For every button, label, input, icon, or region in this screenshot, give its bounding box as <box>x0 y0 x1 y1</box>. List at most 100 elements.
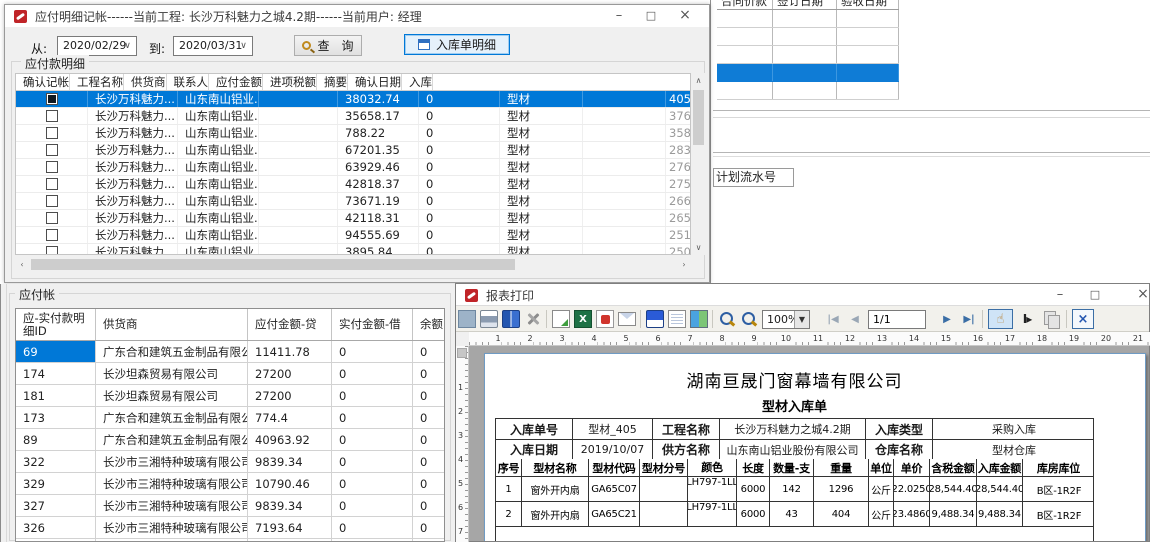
titlebar[interactable]: 应付明细记帐------当前工程: 长沙万科魅力之城4.2期------当前用户… <box>5 5 709 27</box>
column-header[interactable]: 进项税额 <box>263 74 317 90</box>
column-header[interactable]: 实付金额-借 <box>332 309 413 340</box>
page-number-input[interactable] <box>868 310 926 329</box>
next-page-icon[interactable]: ▶ <box>938 310 956 328</box>
table-row[interactable]: 173广东合和建筑五金制品有限公司774.400 <box>16 407 444 429</box>
pdf-export-icon[interactable] <box>596 310 614 328</box>
maximize-button[interactable]: □ <box>637 7 665 25</box>
checkbox-unchecked[interactable] <box>46 144 58 156</box>
save-icon[interactable] <box>646 310 664 328</box>
table-row-selected[interactable] <box>717 64 899 82</box>
column-header[interactable]: 摘要 <box>317 74 348 90</box>
text-select-icon[interactable]: I▸ <box>1018 310 1036 328</box>
maximize-button[interactable]: □ <box>1081 286 1109 304</box>
column-header[interactable]: 供货商 <box>96 309 248 340</box>
tools-icon[interactable] <box>524 310 542 328</box>
checkbox-unchecked[interactable] <box>46 127 58 139</box>
grid-view-icon[interactable] <box>690 310 708 328</box>
table-row[interactable]: 327长沙市三湘特种玻璃有限公司9839.3400 <box>16 495 444 517</box>
table-cell: 181 <box>16 385 96 406</box>
table-row[interactable]: 长沙万科魅力...山东南山铝业...63929.460型材276 <box>16 159 691 176</box>
table-row[interactable]: 329长沙市三湘特种玻璃有限公司10790.4600 <box>16 473 444 495</box>
column-header[interactable]: 供货商 <box>124 74 167 90</box>
table-cell: 长沙市三湘特种玻璃有限公司 <box>96 517 248 538</box>
column-header[interactable]: 入库 <box>402 74 433 90</box>
checkbox-unchecked[interactable] <box>46 178 58 190</box>
column-header[interactable]: 确认日期 <box>348 74 402 90</box>
table-row[interactable]: 长沙万科魅力...山东南山铝业...73671.190型材266 <box>16 193 691 210</box>
scroll-right-arrow[interactable]: › <box>677 257 691 272</box>
zoom-out-icon[interactable] <box>740 310 758 328</box>
document-icon[interactable] <box>668 310 686 328</box>
ruler-number: 3 <box>457 431 464 440</box>
first-page-icon[interactable]: |◀ <box>824 310 842 328</box>
export-icon[interactable] <box>552 310 570 328</box>
table-row[interactable]: 长沙万科魅力...山东南山铝业...94555.690型材251 <box>16 227 691 244</box>
inbound-detail-button[interactable]: 入库单明细 <box>404 34 510 55</box>
last-page-icon[interactable]: ▶| <box>960 310 978 328</box>
table-cell <box>259 193 338 209</box>
table-row[interactable]: 长沙万科魅力...山东南山铝业...38032.740型材405 <box>16 91 691 108</box>
book-icon[interactable] <box>502 310 520 328</box>
hand-tool-icon[interactable]: ☝ <box>988 309 1013 329</box>
info-value: 山东南山铝业股份有限公司 <box>720 440 866 459</box>
column-header[interactable]: 应-实付款明细ID <box>16 309 96 340</box>
column-header[interactable]: 工程名称 <box>70 74 124 90</box>
table-row[interactable]: 174长沙坦森贸易有限公司2720000 <box>16 363 444 385</box>
scroll-down-arrow[interactable]: ∨ <box>691 240 706 255</box>
table-cell: 型材 <box>500 210 583 226</box>
table-row[interactable]: 长沙万科魅力...山东南山铝业...788.220型材358 <box>16 125 691 142</box>
prev-page-icon[interactable]: ◀ <box>846 310 864 328</box>
table-cell: 山东南山铝业... <box>178 176 259 192</box>
checkbox-unchecked[interactable] <box>46 229 58 241</box>
chevron-down-icon[interactable]: ∨ <box>235 37 252 55</box>
column-header[interactable]: 余额 <box>413 309 445 340</box>
scrollbar-thumb[interactable] <box>31 259 515 270</box>
panel-icon[interactable] <box>458 310 476 328</box>
excel-export-icon[interactable]: X <box>574 310 592 328</box>
close-preview-icon[interactable]: × <box>1072 309 1094 329</box>
column-header[interactable]: 应付金额-贷 <box>248 309 332 340</box>
scroll-up-arrow[interactable]: ∧ <box>691 73 706 88</box>
table-row[interactable]: 89广东合和建筑五金制品有限公司40963.9200 <box>16 429 444 451</box>
zoom-in-icon[interactable] <box>718 310 736 328</box>
checkbox-unchecked[interactable] <box>46 195 58 207</box>
table-row[interactable] <box>717 28 899 46</box>
close-button[interactable]: × <box>1129 286 1150 304</box>
column-header[interactable]: 确认记帐 <box>16 74 70 90</box>
query-button[interactable]: 查 询 <box>294 35 362 56</box>
chevron-down-icon[interactable]: ∨ <box>119 37 136 55</box>
table-row[interactable] <box>717 82 899 100</box>
copy-icon[interactable] <box>1042 310 1060 328</box>
table-row[interactable]: 长沙万科魅力...山东南山铝业...3895.840型材250 <box>16 244 691 255</box>
table-row[interactable]: 69广东合和建筑五金制品有限公司11411.7800 <box>16 341 444 363</box>
zoom-level-select[interactable]: 100%▼ <box>762 310 810 329</box>
preview-area[interactable]: 湖南亘晟门窗幕墙有限公司 型材入库单 入库单号 型材_405 工程名称 长沙万科… <box>469 346 1149 541</box>
from-date-select[interactable]: 2020/02/29∨ <box>57 36 137 56</box>
table-row[interactable] <box>717 46 899 64</box>
checkbox-unchecked[interactable] <box>46 246 58 255</box>
checkbox-checked[interactable] <box>46 93 58 105</box>
table-row[interactable]: 322长沙市三湘特种玻璃有限公司9839.3400 <box>16 451 444 473</box>
table-row[interactable]: 长沙万科魅力...山东南山铝业...42118.310型材265 <box>16 210 691 227</box>
table-row[interactable]: 长沙万科魅力...山东南山铝业...35658.170型材376 <box>16 108 691 125</box>
to-date-select[interactable]: 2020/03/31∨ <box>173 36 253 56</box>
table-row[interactable]: 181长沙坦森贸易有限公司2720000 <box>16 385 444 407</box>
scrollbar-thumb[interactable] <box>693 90 704 145</box>
checkbox-unchecked[interactable] <box>46 161 58 173</box>
checkbox-unchecked[interactable] <box>46 212 58 224</box>
minimize-button[interactable]: – <box>1046 286 1074 304</box>
column-header[interactable]: 应付金额 <box>209 74 263 90</box>
minimize-button[interactable]: – <box>605 7 633 25</box>
checkbox-unchecked[interactable] <box>46 110 58 122</box>
table-row[interactable] <box>717 10 899 28</box>
mail-icon[interactable] <box>618 312 636 326</box>
close-button[interactable]: × <box>671 7 699 25</box>
table-row[interactable]: 长沙万科魅力...山东南山铝业...67201.350型材283 <box>16 142 691 159</box>
table-row[interactable]: 326长沙市三湘特种玻璃有限公司7193.6400 <box>16 517 444 539</box>
scroll-left-arrow[interactable]: ‹ <box>15 257 29 272</box>
table-cell: 山东南山铝业... <box>178 159 259 175</box>
chevron-down-icon[interactable]: ▼ <box>794 311 809 328</box>
table-row[interactable]: 长沙万科魅力...山东南山铝业...42818.370型材275 <box>16 176 691 193</box>
column-header[interactable]: 联系人 <box>167 74 210 90</box>
printer-icon[interactable] <box>480 310 498 328</box>
